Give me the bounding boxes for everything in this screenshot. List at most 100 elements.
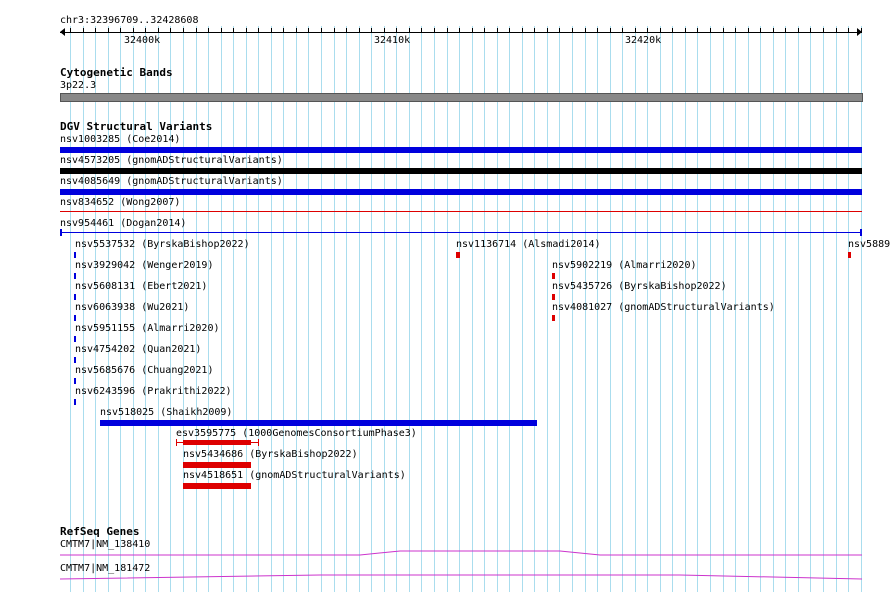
ruler-left-arrow xyxy=(60,28,65,36)
ruler-tick xyxy=(559,28,560,33)
ruler-tick xyxy=(346,28,347,33)
ruler-tick xyxy=(509,28,510,33)
feature-bar[interactable] xyxy=(74,378,76,384)
gene-line[interactable] xyxy=(60,548,862,558)
ruler-tick xyxy=(848,28,849,33)
ruler-tick xyxy=(208,28,209,33)
ruler-tick xyxy=(660,28,661,33)
track-title-cytoband: Cytogenetic Bands xyxy=(60,66,173,79)
feature-bar[interactable] xyxy=(74,315,76,321)
ruler-tick xyxy=(108,28,109,33)
ruler-tick xyxy=(597,28,598,33)
ruler-tick xyxy=(760,28,761,33)
ruler-tick xyxy=(158,28,159,33)
feature-bar[interactable] xyxy=(183,483,251,489)
cytoband-bar[interactable] xyxy=(60,93,863,102)
feature-bar[interactable] xyxy=(848,252,851,258)
feature-bar[interactable] xyxy=(74,336,76,342)
feature-label: nsv5902219 (Almarri2020) xyxy=(552,260,697,271)
ruler-tick xyxy=(723,28,724,33)
ruler-tick xyxy=(83,28,84,33)
ruler-tick xyxy=(672,28,673,33)
ruler-tick xyxy=(472,28,473,33)
ruler-tick xyxy=(246,28,247,33)
ruler-tick xyxy=(836,28,837,33)
ruler-tick xyxy=(334,28,335,33)
ruler-tick xyxy=(647,28,648,33)
feature-bar[interactable] xyxy=(552,273,555,279)
feature-bar[interactable] xyxy=(74,294,76,300)
ruler-tick xyxy=(321,28,322,33)
ruler-tick xyxy=(572,28,573,33)
ruler-tick xyxy=(522,28,523,33)
ruler-tick xyxy=(170,28,171,33)
ruler-tick xyxy=(622,28,623,33)
feature-label: nsv5889 xyxy=(848,239,890,250)
feature-bar[interactable] xyxy=(456,252,460,258)
feature-bar[interactable] xyxy=(100,420,537,426)
feature-bar[interactable] xyxy=(552,294,555,300)
ruler-tick xyxy=(773,28,774,33)
ruler-tick xyxy=(823,28,824,33)
feature-label: nsv4754202 (Quan2021) xyxy=(75,344,202,355)
feature-label: nsv1003285 (Coe2014) xyxy=(60,134,181,145)
ruler-tick xyxy=(748,28,749,33)
feature-label: nsv4518651 (gnomADStructuralVariants) xyxy=(183,470,406,481)
feature-bar-start-cap xyxy=(176,439,177,446)
feature-bar[interactable] xyxy=(60,232,862,233)
feature-bar[interactable] xyxy=(552,315,555,321)
ruler-tick xyxy=(221,28,222,33)
feature-label: nsv5685676 (Chuang2021) xyxy=(75,365,214,376)
feature-bar[interactable] xyxy=(60,189,862,195)
feature-bar[interactable] xyxy=(74,399,76,405)
feature-bar[interactable] xyxy=(74,273,76,279)
feature-bar[interactable] xyxy=(74,252,76,258)
ruler-tick xyxy=(484,28,485,33)
ruler-tick xyxy=(258,28,259,33)
feature-bar[interactable] xyxy=(183,462,251,468)
feature-label: nsv4085649 (gnomADStructuralVariants) xyxy=(60,176,283,187)
feature-label: nsv954461 (Dogan2014) xyxy=(60,218,187,229)
feature-bar[interactable] xyxy=(60,147,862,153)
feature-label: esv3595775 (1000GenomesConsortiumPhase3) xyxy=(176,428,417,439)
ruler-tick xyxy=(296,28,297,33)
ruler-tick xyxy=(810,28,811,33)
feature-label: nsv5608131 (Ebert2021) xyxy=(75,281,208,292)
feature-label: nsv5537532 (ByrskaBishop2022) xyxy=(75,239,250,250)
feature-bar[interactable] xyxy=(60,168,862,174)
grid-lines xyxy=(70,26,862,592)
ruler-tick xyxy=(735,28,736,33)
ruler-tick xyxy=(447,28,448,33)
feature-label: nsv3929042 (Wenger2019) xyxy=(75,260,214,271)
feature-label: nsv6243596 (Prakrithi2022) xyxy=(75,386,232,397)
ruler-tick xyxy=(409,28,410,33)
ruler-tick xyxy=(196,28,197,33)
feature-bar[interactable] xyxy=(74,357,76,363)
feature-label: nsv834652 (Wong2007) xyxy=(60,197,181,208)
feature-bar-start-cap xyxy=(60,229,62,236)
feature-bar-end-cap xyxy=(258,439,259,446)
region-label: chr3:32396709..32428608 xyxy=(60,15,199,26)
ruler-tick xyxy=(547,28,548,33)
ruler-tick xyxy=(233,28,234,33)
ruler-tick xyxy=(861,28,862,33)
ruler-tick xyxy=(95,28,96,33)
ruler-tick xyxy=(371,28,372,33)
ruler-tick xyxy=(497,28,498,33)
ruler-tick xyxy=(308,28,309,33)
ruler-tick xyxy=(534,28,535,33)
gene-line[interactable] xyxy=(60,572,862,582)
ruler-tick xyxy=(384,28,385,33)
ruler-tick xyxy=(283,28,284,33)
ruler-tick xyxy=(434,28,435,33)
ruler-tick-label: 32410k xyxy=(374,35,411,46)
ruler-tick xyxy=(396,28,397,33)
ruler-tick xyxy=(359,28,360,33)
ruler-axis[interactable] xyxy=(60,32,862,33)
ruler-tick xyxy=(785,28,786,33)
ruler-tick xyxy=(697,28,698,33)
feature-label: nsv4081027 (gnomADStructuralVariants) xyxy=(552,302,775,313)
feature-bar[interactable] xyxy=(60,211,862,212)
feature-label: nsv1136714 (Alsmadi2014) xyxy=(456,239,601,250)
ruler-tick xyxy=(710,28,711,33)
